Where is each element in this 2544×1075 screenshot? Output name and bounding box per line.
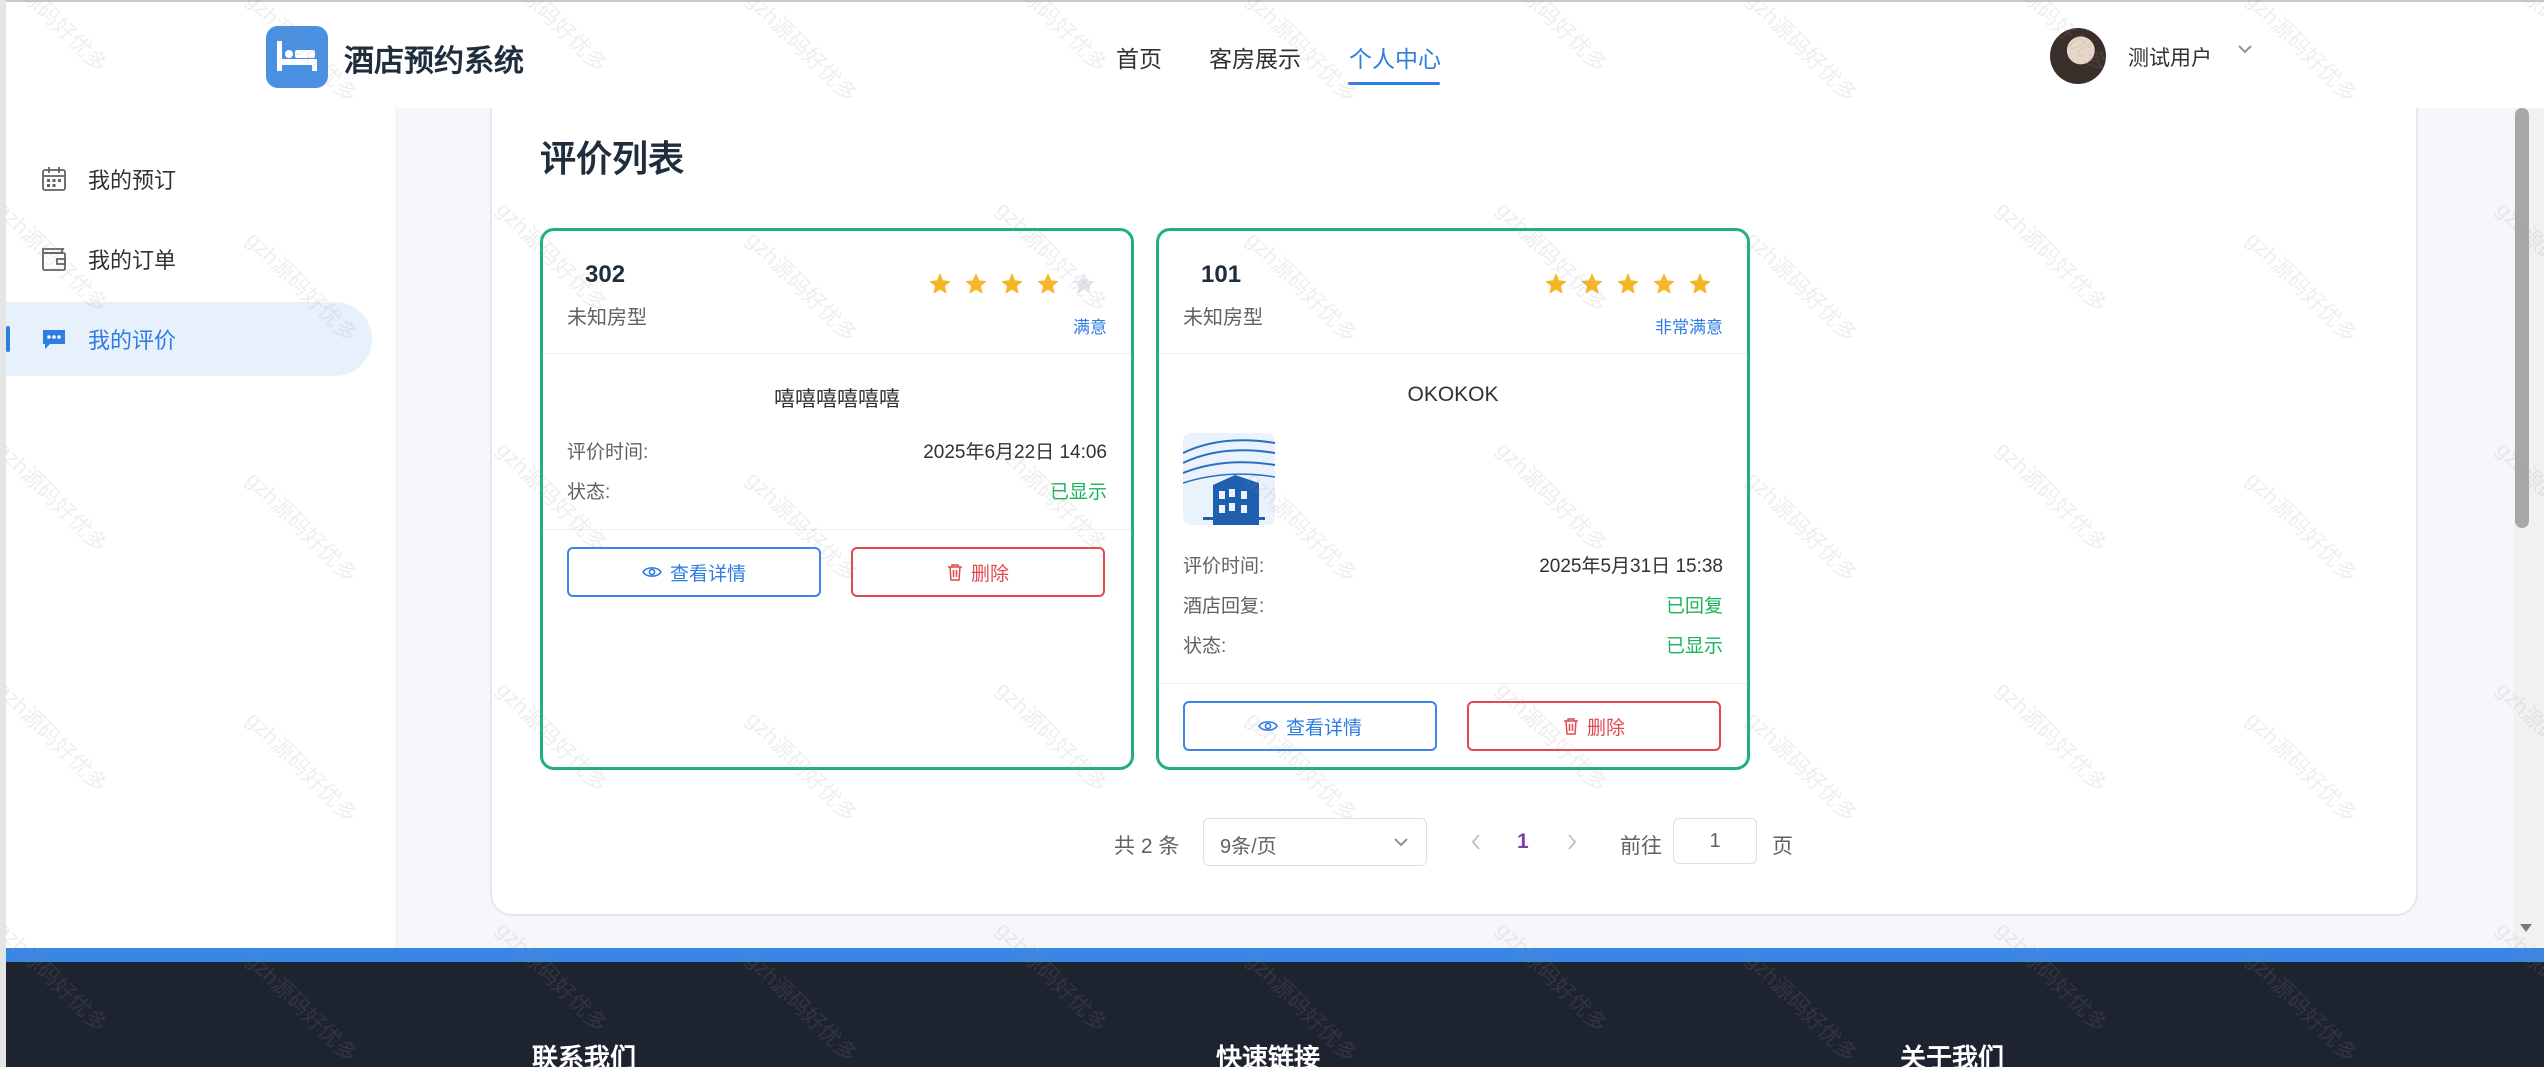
page-size-select[interactable]: 9条/页 — [1203, 818, 1427, 866]
trash-icon — [1563, 718, 1578, 735]
pagination-total: 共 2 条 — [1114, 835, 1180, 858]
footer-heading-about: 关于我们 — [1900, 1043, 2005, 1073]
eye-icon — [1258, 721, 1278, 731]
eye-icon — [642, 567, 662, 577]
divider — [1159, 353, 1747, 354]
footer-heading-contact: 联系我们 — [532, 1043, 637, 1073]
page-title: 评价列表 — [540, 138, 685, 179]
calendar-icon — [40, 165, 68, 193]
satisfaction-label: 非常满意 — [1655, 318, 1723, 337]
satisfaction-label: 满意 — [1073, 318, 1107, 337]
hotel-reply-badge: 已回复 — [1665, 596, 1723, 617]
star-filled-icon — [999, 271, 1025, 297]
review-card: 302 未知房型 满意 嘻嘻嘻嘻嘻嘻 评价时间: 2025年6月22日 14:0… — [540, 228, 1134, 770]
view-details-button[interactable]: 查看详情 — [1183, 701, 1437, 751]
scroll-down-arrow-icon[interactable] — [2514, 918, 2538, 943]
star-filled-icon — [927, 271, 953, 297]
footer-heading-quick-links: 快速链接 — [1216, 1043, 1321, 1073]
review-comment: 嘻嘻嘻嘻嘻嘻 — [774, 388, 900, 411]
divider — [543, 353, 1131, 354]
view-details-label: 查看详情 — [669, 563, 746, 585]
nav-personal-center[interactable]: 个人中心 — [1349, 40, 1441, 74]
sidebar: 我的预订我的订单我的评价 — [6, 108, 397, 948]
chevron-down-icon — [1392, 833, 1410, 856]
star-filled-icon — [963, 271, 989, 297]
hotel-reply-label: 酒店回复: — [1183, 596, 1265, 617]
next-page-button[interactable] — [1562, 830, 1582, 859]
delete-label: 删除 — [1586, 717, 1625, 739]
star-filled-icon — [1579, 271, 1605, 297]
star-filled-icon — [1687, 271, 1713, 297]
page-suffix: 页 — [1772, 835, 1793, 858]
view-details-label: 查看详情 — [1285, 717, 1362, 739]
trash-icon — [947, 564, 962, 581]
nav-rooms[interactable]: 客房展示 — [1209, 40, 1301, 74]
chevron-down-icon[interactable] — [2236, 40, 2254, 63]
star-filled-icon — [1035, 271, 1061, 297]
room-type: 未知房型 — [567, 307, 647, 329]
scrollbar-thumb[interactable] — [2515, 108, 2529, 528]
window-left-edge — [0, 0, 6, 1067]
star-filled-icon — [1615, 271, 1641, 297]
top-header: 酒店预约系统 首页 客房展示 个人中心 测试用户 — [6, 2, 2514, 108]
chat-icon — [40, 325, 68, 353]
review-comment: OKOKOK — [1407, 383, 1499, 406]
sidebar-item-label: 我的评价 — [88, 328, 177, 353]
star-filled-icon — [1651, 271, 1677, 297]
divider — [543, 529, 1131, 530]
delete-button[interactable]: 删除 — [1467, 701, 1721, 751]
review-card: 101 未知房型 非常满意 OKOKOK 评价时间: 2025年5月31日 15… — [1156, 228, 1750, 770]
prev-page-button[interactable] — [1466, 830, 1486, 859]
nav-home[interactable]: 首页 — [1116, 40, 1162, 74]
star-empty-icon — [1071, 271, 1097, 297]
brand-title[interactable]: 酒店预约系统 — [344, 36, 524, 80]
review-time-label: 评价时间: — [1183, 556, 1265, 577]
page-number-current[interactable]: 1 — [1517, 830, 1529, 854]
rating-stars — [1543, 271, 1713, 297]
sidebar-item-my-reviews[interactable]: 我的评价 — [6, 302, 372, 376]
status-badge: 已显示 — [1049, 482, 1107, 503]
delete-label: 删除 — [970, 563, 1009, 585]
sidebar-item-my-orders[interactable]: 我的订单 — [6, 222, 372, 296]
status-badge: 已显示 — [1665, 636, 1723, 657]
review-time-value: 2025年5月31日 15:38 — [1539, 556, 1723, 577]
star-filled-icon — [1543, 271, 1569, 297]
review-photo[interactable] — [1183, 433, 1275, 525]
username[interactable]: 测试用户 — [2128, 42, 2212, 72]
rating-stars — [927, 271, 1097, 297]
sidebar-item-my-bookings[interactable]: 我的预订 — [6, 142, 372, 216]
divider — [1159, 683, 1747, 684]
sidebar-item-label: 我的预订 — [88, 168, 177, 193]
status-label: 状态: — [567, 482, 611, 503]
status-label: 状态: — [1183, 636, 1227, 657]
review-time-value: 2025年6月22日 14:06 — [923, 442, 1107, 463]
footer-accent-bar — [6, 948, 2544, 962]
review-time-label: 评价时间: — [567, 442, 649, 463]
delete-button[interactable]: 删除 — [851, 547, 1105, 597]
room-type: 未知房型 — [1183, 307, 1263, 329]
wallet-icon — [40, 245, 68, 273]
goto-label: 前往 — [1620, 835, 1662, 858]
nav-active-indicator — [1348, 82, 1440, 85]
sidebar-item-label: 我的订单 — [88, 248, 177, 273]
room-number: 302 — [585, 261, 626, 288]
avatar[interactable] — [2050, 28, 2106, 84]
room-number: 101 — [1201, 261, 1242, 288]
goto-page-input[interactable] — [1673, 818, 1757, 864]
view-details-button[interactable]: 查看详情 — [567, 547, 821, 597]
page-size-value: 9条/页 — [1220, 836, 1277, 858]
hotel-logo-icon[interactable] — [266, 26, 328, 88]
